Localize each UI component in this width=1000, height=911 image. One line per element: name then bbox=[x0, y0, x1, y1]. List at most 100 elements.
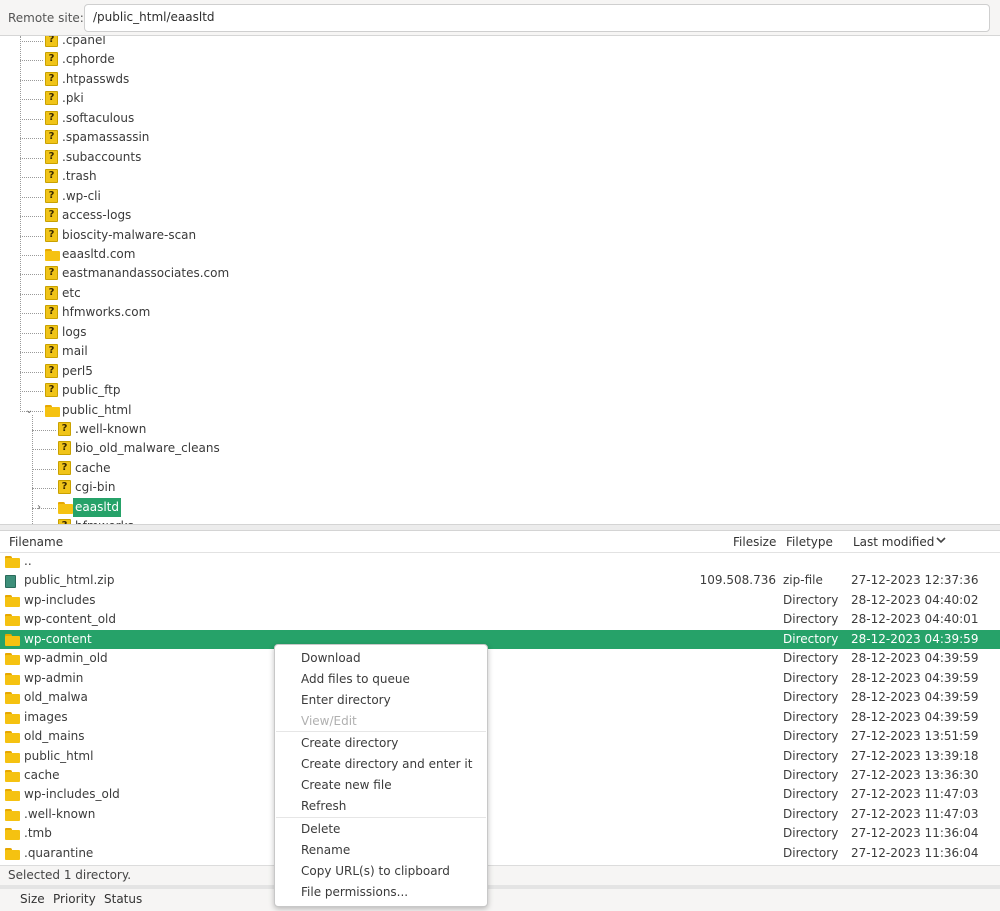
file-row[interactable]: old_malwa Directory 28-12-2023 04:39:59 bbox=[0, 688, 1000, 707]
tree-item[interactable]: ? .trash bbox=[0, 167, 600, 186]
unknown-folder-icon: ? bbox=[45, 110, 58, 125]
tree-item[interactable]: ? public_ftp bbox=[0, 381, 600, 400]
file-row[interactable]: .well-known Directory 27-12-2023 11:47:03 bbox=[0, 805, 1000, 824]
queue-column-priority[interactable]: Priority bbox=[53, 892, 96, 906]
menu-item-refresh[interactable]: Refresh bbox=[301, 796, 346, 816]
queue-column-status[interactable]: Status bbox=[104, 892, 142, 906]
unknown-folder-icon: ? bbox=[58, 460, 71, 475]
status-text: Selected 1 directory. bbox=[8, 868, 132, 882]
tree-item[interactable]: ? cache bbox=[0, 459, 600, 478]
unknown-folder-icon: ? bbox=[45, 266, 58, 281]
menu-item-copy-urls[interactable]: Copy URL(s) to clipboard bbox=[301, 861, 450, 881]
tree-connector bbox=[32, 488, 56, 490]
tree-item-label: .pki bbox=[62, 91, 84, 106]
file-type: Directory bbox=[783, 748, 839, 763]
tree-item[interactable]: ⌄ public_html bbox=[0, 401, 600, 420]
file-row[interactable]: wp-includes_old Directory 27-12-2023 11:47… bbox=[0, 785, 1000, 804]
file-name: .tmb bbox=[24, 826, 52, 841]
menu-item-delete[interactable]: Delete bbox=[301, 819, 340, 839]
column-last-modified[interactable]: Last modified bbox=[853, 535, 934, 549]
queue-column-size[interactable]: Size bbox=[20, 892, 45, 906]
menu-item-enter-directory[interactable]: Enter directory bbox=[301, 690, 391, 710]
chevron-down-icon[interactable] bbox=[935, 534, 947, 549]
remote-directory-tree[interactable]: ? .cpanel? .cphorde? .htpasswds? .pki ? .softa… bbox=[0, 36, 1000, 524]
tree-item[interactable]: ? etc bbox=[0, 284, 600, 303]
file-row[interactable]: images Directory 28-12-2023 04:39:59 bbox=[0, 708, 1000, 727]
menu-item-view-edit: View/Edit bbox=[301, 714, 357, 728]
unknown-folder-icon: ? bbox=[45, 130, 58, 145]
folder-icon bbox=[5, 653, 20, 666]
column-filesize[interactable]: Filesize bbox=[733, 535, 776, 549]
file-row[interactable]: .. bbox=[0, 552, 1000, 571]
file-row[interactable]: wp-content Directory 28-12-2023 04:39:59 bbox=[0, 629, 1000, 650]
tree-item[interactable]: ? .cphorde bbox=[0, 50, 600, 69]
column-filetype[interactable]: Filetype bbox=[786, 535, 833, 549]
file-row[interactable]: wp-includes Directory 28-12-2023 04:40:02 bbox=[0, 591, 1000, 610]
file-type: zip-file bbox=[783, 573, 823, 588]
tree-item[interactable]: ? .softaculous bbox=[0, 109, 600, 128]
tree-item[interactable]: ? hfmworks.com bbox=[0, 303, 600, 322]
menu-item-rename[interactable]: Rename bbox=[301, 840, 350, 860]
tree-item[interactable]: ? perl5 bbox=[0, 362, 600, 381]
file-row[interactable]: cache Directory 27-12-2023 13:36:30 bbox=[0, 766, 1000, 785]
file-modified: 27-12-2023 13:39:18 bbox=[851, 748, 979, 763]
file-row[interactable]: .quarantine Directory 27-12-2023 11:36:04 bbox=[0, 844, 1000, 863]
tree-item[interactable]: ? .cpanel bbox=[0, 36, 600, 50]
tree-item[interactable]: ? .pki bbox=[0, 89, 600, 108]
chevron-right-icon[interactable]: › bbox=[37, 498, 41, 517]
tree-connector bbox=[20, 274, 43, 276]
tree-item[interactable]: ?hfmworks bbox=[0, 517, 600, 524]
unknown-folder-icon: ? bbox=[45, 91, 58, 106]
tree-item[interactable]: ? logs bbox=[0, 323, 600, 342]
status-bar: Selected 1 directory. bbox=[0, 865, 1000, 885]
column-filename[interactable]: Filename bbox=[9, 535, 63, 549]
menu-item-add-files-to-queue[interactable]: Add files to queue bbox=[301, 669, 410, 689]
file-type: Directory bbox=[783, 709, 839, 724]
pane-splitter[interactable] bbox=[0, 524, 1000, 531]
tree-item[interactable]: ? cgi-bin bbox=[0, 478, 600, 497]
tree-item[interactable]: ? access-logs bbox=[0, 206, 600, 225]
tree-item[interactable]: ? bio_old_malware_cleans bbox=[0, 439, 600, 458]
file-name: images bbox=[24, 709, 68, 724]
menu-item-create-new-file[interactable]: Create new file bbox=[301, 775, 392, 795]
remote-file-list[interactable]: Filename Filesize Filetype Last modified… bbox=[0, 531, 1000, 865]
tree-connector bbox=[20, 371, 43, 373]
file-type: Directory bbox=[783, 592, 839, 607]
tree-item[interactable]: ? eastmanandassociates.com bbox=[0, 264, 600, 283]
unknown-folder-icon: ? bbox=[58, 480, 71, 495]
file-name: wp-admin bbox=[24, 670, 84, 685]
tree-connector bbox=[20, 157, 43, 159]
tree-item[interactable]: ? .subaccounts bbox=[0, 148, 600, 167]
tree-item[interactable]: ? .spamassassin bbox=[0, 128, 600, 147]
tree-item[interactable]: › eaasltd bbox=[0, 497, 600, 517]
remote-site-path-input[interactable]: /public_html/eaasltd bbox=[84, 4, 990, 32]
file-modified: 27-12-2023 11:47:03 bbox=[851, 806, 979, 821]
menu-item-create-directory[interactable]: Create directory bbox=[301, 733, 398, 753]
menu-item-file-permissions[interactable]: File permissions... bbox=[301, 882, 408, 902]
folder-icon bbox=[5, 672, 20, 685]
file-row[interactable]: wp-admin_old Directory 28-12-2023 04:39:59 bbox=[0, 649, 1000, 668]
file-row[interactable]: public_html.zip 109.508.736 zip-file 27-12-… bbox=[0, 571, 1000, 590]
unknown-folder-icon: ? bbox=[45, 208, 58, 223]
menu-item-create-directory-and-enter[interactable]: Create directory and enter it bbox=[301, 754, 472, 774]
chevron-down-icon[interactable]: ⌄ bbox=[25, 401, 33, 420]
file-row[interactable]: .tmb Directory 27-12-2023 11:36:04 bbox=[0, 824, 1000, 843]
tree-item[interactable]: ? mail bbox=[0, 342, 600, 361]
file-row[interactable]: wp-admin Directory 28-12-2023 04:39:59 bbox=[0, 669, 1000, 688]
tree-connector bbox=[20, 118, 43, 120]
tree-item[interactable]: eaasltd.com bbox=[0, 245, 600, 264]
file-modified: 28-12-2023 04:39:59 bbox=[851, 631, 979, 646]
file-row[interactable]: public_html Directory 27-12-2023 13:39:18 bbox=[0, 747, 1000, 766]
tree-item[interactable]: ? bioscity-malware-scan bbox=[0, 226, 600, 245]
file-modified: 28-12-2023 04:39:59 bbox=[851, 670, 979, 685]
tree-item[interactable]: ? .well-known bbox=[0, 420, 600, 439]
menu-item-download[interactable]: Download bbox=[301, 648, 361, 668]
tree-item[interactable]: ? .htpasswds bbox=[0, 70, 600, 89]
tree-item[interactable]: ? .wp-cli bbox=[0, 187, 600, 206]
tree-connector bbox=[20, 332, 43, 334]
file-row[interactable]: old_mains Directory 27-12-2023 13:51:59 bbox=[0, 727, 1000, 746]
tree-item-label: mail bbox=[62, 344, 88, 359]
unknown-folder-icon: ? bbox=[45, 227, 58, 242]
file-row[interactable]: wp-content_old Directory 28-12-2023 04:40:… bbox=[0, 610, 1000, 629]
unknown-folder-icon: ? bbox=[45, 324, 58, 339]
